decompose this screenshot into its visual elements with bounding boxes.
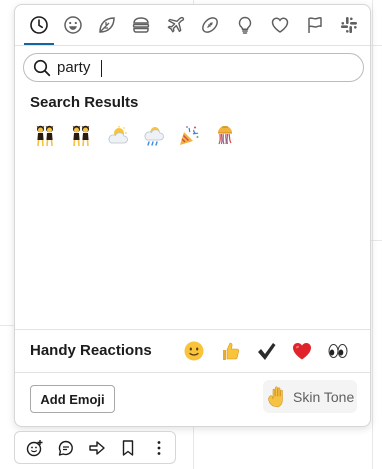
- tab-objects[interactable]: [232, 12, 258, 38]
- tab-smileys[interactable]: [60, 12, 86, 38]
- emoji-partly-sunny-rain[interactable]: [135, 120, 171, 152]
- heart-icon: [271, 17, 289, 33]
- heavy-check-mark-icon: [258, 343, 276, 360]
- confetti-ball-emoji-icon: [218, 126, 232, 145]
- skin-tone-label: Skin Tone: [293, 388, 355, 405]
- emoji-tada[interactable]: [171, 120, 207, 152]
- reaction-heavy-check-mark[interactable]: [248, 335, 284, 367]
- more-icon: [158, 440, 161, 455]
- handy-reactions-bar: Handy Reactions: [15, 329, 370, 373]
- more-actions-button[interactable]: [144, 434, 175, 462]
- dancers-emoji-icon: [72, 125, 90, 147]
- tab-recent[interactable]: [24, 12, 54, 45]
- raised-hand-icon: [268, 386, 283, 407]
- emoji-partly-sunny[interactable]: [99, 120, 135, 152]
- red-heart-icon: [293, 343, 311, 360]
- text-caret: [101, 60, 102, 77]
- reaction-slightly-smiling-face[interactable]: [176, 335, 212, 367]
- thumbsup-icon: [223, 342, 240, 360]
- slightly-smiling-face-icon: [184, 341, 204, 361]
- reaction-heart[interactable]: [284, 335, 320, 367]
- partly-sunny-emoji-icon: [108, 126, 128, 144]
- slack-icon: [341, 17, 357, 33]
- partly-sunny-rain-emoji-icon: [144, 127, 164, 146]
- dancers-emoji-icon: [36, 125, 54, 147]
- handy-reactions-label: Handy Reactions: [30, 342, 152, 359]
- lightbulb-icon: [238, 16, 252, 34]
- search-field[interactable]: [23, 53, 364, 82]
- tab-nature[interactable]: [94, 12, 120, 38]
- emoji-picker: Search Results: [14, 4, 371, 427]
- tab-slack[interactable]: [336, 12, 362, 38]
- save-message-button[interactable]: [113, 434, 144, 462]
- smiley-icon: [64, 16, 82, 34]
- message-actions-toolbar: [14, 431, 176, 464]
- tab-symbols[interactable]: [267, 12, 293, 38]
- skin-tone-button[interactable]: Skin Tone: [263, 380, 357, 413]
- search-icon: [33, 59, 51, 77]
- burger-icon: [132, 17, 150, 33]
- category-tabs: [15, 5, 370, 46]
- add-reaction-icon: [26, 439, 43, 456]
- clock-icon: [30, 16, 48, 34]
- emoji-dancers[interactable]: [27, 120, 63, 152]
- flag-icon: [308, 17, 322, 33]
- background-rule: [0, 325, 14, 326]
- share-message-button[interactable]: [81, 434, 112, 462]
- tab-food[interactable]: [128, 12, 154, 38]
- share-icon: [89, 440, 105, 455]
- tab-flags[interactable]: [302, 12, 328, 38]
- reply-thread-icon: [58, 440, 73, 456]
- add-emoji-button[interactable]: Add Emoji: [30, 385, 115, 413]
- eyes-icon: [328, 344, 348, 358]
- reply-in-thread-button[interactable]: [50, 434, 81, 462]
- tab-travel[interactable]: [163, 12, 189, 38]
- football-icon: [202, 17, 218, 33]
- tada-emoji-icon: [180, 126, 199, 145]
- airplane-icon: [167, 16, 185, 33]
- bookmark-icon: [123, 439, 134, 456]
- reaction-thumbsup[interactable]: [212, 335, 248, 367]
- reaction-eyes[interactable]: [320, 335, 356, 367]
- add-reaction-button[interactable]: [19, 434, 50, 462]
- search-results: [27, 120, 243, 152]
- tab-activities[interactable]: [197, 12, 223, 38]
- handy-reactions-list: [176, 335, 356, 367]
- emoji-dancers[interactable]: [63, 120, 99, 152]
- search-results-title: Search Results: [30, 94, 139, 111]
- background-divider: [372, 0, 373, 469]
- emoji-confetti-ball[interactable]: [207, 120, 243, 152]
- leaf-icon: [99, 17, 115, 33]
